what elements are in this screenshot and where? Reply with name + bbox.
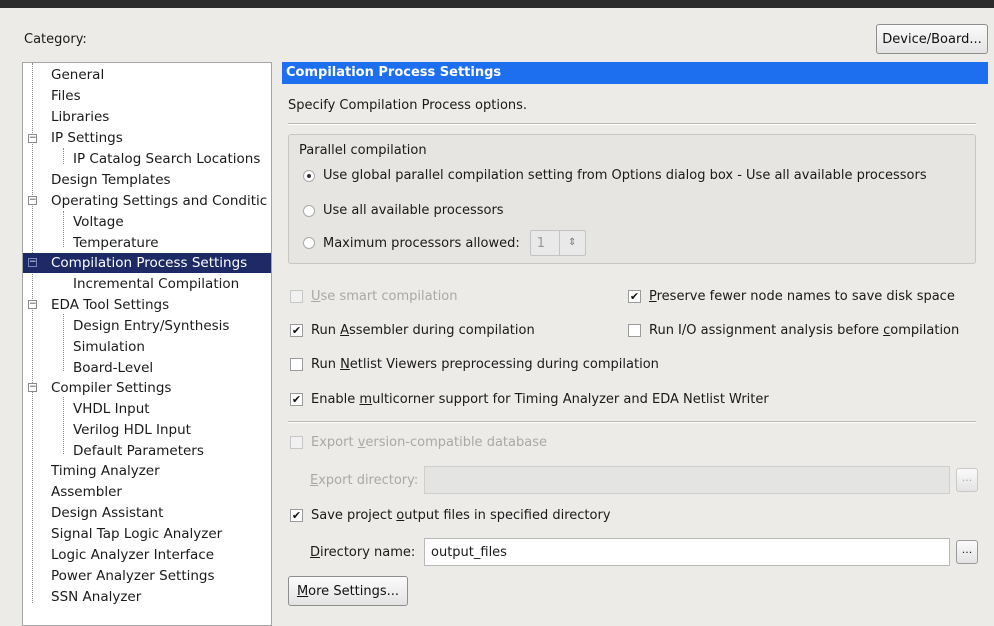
export-directory-row: Export directory: ... xyxy=(310,466,978,494)
run-netlist-viewers-checkbox[interactable]: Run Netlist Viewers preprocessing during… xyxy=(290,357,659,372)
tree-item-timing-analyzer[interactable]: Timing Analyzer xyxy=(51,461,160,481)
operating-settings-expander[interactable]: − xyxy=(28,196,37,205)
tree-item-ip-settings[interactable]: IP Settings xyxy=(51,128,123,148)
checkbox[interactable] xyxy=(290,436,303,449)
tree-item-logic-analyzer-interface[interactable]: Logic Analyzer Interface xyxy=(51,545,214,565)
tree-item-ip-catalog-search-locations[interactable]: IP Catalog Search Locations xyxy=(73,149,260,169)
checkbox-label: Export version-compatible database xyxy=(311,435,547,450)
export-directory-browse-button[interactable]: ... xyxy=(956,468,978,492)
panel-title: Compilation Process Settings xyxy=(282,62,988,84)
checkbox[interactable]: ✔ xyxy=(628,290,641,303)
checkbox-label: Use smart compilation xyxy=(311,289,458,304)
tree-item-files[interactable]: Files xyxy=(51,86,81,106)
tree-item-design-templates[interactable]: Design Templates xyxy=(51,170,171,190)
tree-item-design-entry-synthesis[interactable]: Design Entry/Synthesis xyxy=(73,316,229,336)
tree-item-vhdl-input[interactable]: VHDL Input xyxy=(73,399,150,419)
tree-guide-line xyxy=(32,63,33,603)
preserve-fewer-node-names-checkbox[interactable]: ✔ Preserve fewer node names to save disk… xyxy=(628,289,955,304)
max-processors-spinbox[interactable]: 1 ⇕ xyxy=(529,230,586,256)
radio-button[interactable] xyxy=(303,204,315,217)
tree-item-signal-tap[interactable]: Signal Tap Logic Analyzer xyxy=(51,524,222,544)
checkbox-label: Save project output files in specified d… xyxy=(311,508,611,523)
checkbox[interactable] xyxy=(290,358,303,371)
radio-button[interactable] xyxy=(303,169,315,182)
checkbox-label: Preserve fewer node names to save disk s… xyxy=(649,289,955,304)
directory-name-input[interactable]: output_files xyxy=(424,538,950,566)
tree-item-libraries[interactable]: Libraries xyxy=(51,107,109,127)
settings-panel: Compilation Process Settings Specify Com… xyxy=(282,62,988,626)
ip-settings-expander[interactable]: − xyxy=(28,134,37,143)
panel-description: Specify Compilation Process options. xyxy=(288,98,528,113)
tree-item-power-analyzer[interactable]: Power Analyzer Settings xyxy=(51,566,215,586)
tree-guide-line xyxy=(63,211,64,247)
more-settings-button[interactable]: More Settings... xyxy=(288,576,408,606)
directory-name-browse-button[interactable]: ... xyxy=(956,540,978,564)
category-label: Category: xyxy=(24,32,87,47)
radio-max-processors[interactable]: Maximum processors allowed: 1 ⇕ xyxy=(303,230,586,256)
radio-label: Use all available processors xyxy=(323,203,504,218)
radio-button[interactable] xyxy=(303,237,315,249)
tree-item-default-parameters[interactable]: Default Parameters xyxy=(73,441,204,461)
tree-item-temperature[interactable]: Temperature xyxy=(73,233,159,253)
tree-item-ssn-analyzer[interactable]: SSN Analyzer xyxy=(51,587,141,607)
device-board-button[interactable]: Device/Board... xyxy=(876,24,988,54)
tree-item-compilation-process-settings[interactable]: Compilation Process Settings xyxy=(23,253,271,273)
directory-name-row: Directory name: output_files ... xyxy=(310,538,978,566)
checkbox[interactable]: ✔ xyxy=(290,393,303,406)
save-output-files-checkbox[interactable]: ✔ Save project output files in specified… xyxy=(290,508,611,523)
run-io-assignment-checkbox[interactable]: Run I/O assignment analysis before compi… xyxy=(628,323,959,338)
checkbox[interactable]: ✔ xyxy=(290,509,303,522)
tree-guide-line xyxy=(63,148,64,164)
spin-arrows-icon[interactable]: ⇕ xyxy=(558,231,585,255)
tree-item-simulation[interactable]: Simulation xyxy=(73,337,145,357)
checkbox-label: Enable multicorner support for Timing An… xyxy=(311,392,769,407)
export-version-compatible-db-checkbox[interactable]: Export version-compatible database xyxy=(290,435,547,450)
checkbox[interactable] xyxy=(290,290,303,303)
tree-item-operating-settings[interactable]: Operating Settings and Conditic xyxy=(51,191,267,211)
window-top-border xyxy=(0,0,994,8)
directory-name-label: Directory name: xyxy=(310,544,416,560)
eda-tool-expander[interactable]: − xyxy=(28,300,37,309)
checkbox-label: Run Netlist Viewers preprocessing during… xyxy=(311,357,659,372)
tree-item-general[interactable]: General xyxy=(51,65,104,85)
tree-item-design-assistant[interactable]: Design Assistant xyxy=(51,503,163,523)
tree-item-assembler[interactable]: Assembler xyxy=(51,482,122,502)
divider xyxy=(288,123,976,125)
radio-label: Use global parallel compilation setting … xyxy=(323,168,927,183)
divider xyxy=(288,421,976,423)
group-title: Parallel compilation xyxy=(297,143,429,158)
compilation-process-expander[interactable]: − xyxy=(28,258,37,267)
tree-item-incremental-compilation[interactable]: Incremental Compilation xyxy=(73,274,239,294)
tree-item-voltage[interactable]: Voltage xyxy=(73,212,124,232)
export-directory-input[interactable] xyxy=(424,466,950,494)
tree-item-eda-tool-settings[interactable]: EDA Tool Settings xyxy=(51,295,169,315)
checkbox-label: Run Assembler during compilation xyxy=(311,323,535,338)
checkbox[interactable] xyxy=(628,324,641,337)
tree-guide-line xyxy=(63,397,64,454)
tree-item-compiler-settings[interactable]: Compiler Settings xyxy=(51,378,171,398)
compiler-settings-expander[interactable]: − xyxy=(28,383,37,392)
use-smart-compilation-checkbox[interactable]: Use smart compilation xyxy=(290,289,458,304)
category-tree[interactable]: − − − − − General Files Libraries IP Set… xyxy=(22,62,272,626)
spinbox-value: 1 xyxy=(536,235,546,251)
radio-all-processors[interactable]: Use all available processors xyxy=(303,203,504,218)
enable-multicorner-checkbox[interactable]: ✔ Enable multicorner support for Timing … xyxy=(290,392,769,407)
parallel-compilation-group: Parallel compilation Use global parallel… xyxy=(288,134,976,264)
run-assembler-checkbox[interactable]: ✔ Run Assembler during compilation xyxy=(290,323,535,338)
checkbox[interactable]: ✔ xyxy=(290,324,303,337)
radio-global-setting[interactable]: Use global parallel compilation setting … xyxy=(303,168,927,183)
tree-guide-line xyxy=(63,314,64,371)
checkbox-label: Run I/O assignment analysis before compi… xyxy=(649,323,960,338)
export-directory-label: Export directory: xyxy=(310,472,419,488)
radio-label: Maximum processors allowed: xyxy=(323,235,520,251)
tree-item-board-level[interactable]: Board-Level xyxy=(73,358,153,378)
tree-item-verilog-hdl-input[interactable]: Verilog HDL Input xyxy=(73,420,191,440)
